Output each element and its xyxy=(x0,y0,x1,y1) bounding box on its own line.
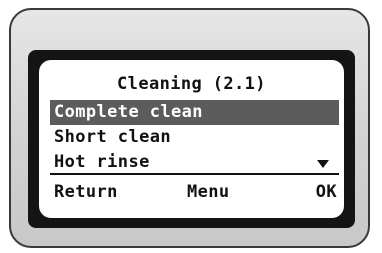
screen-title: Cleaning (2.1) xyxy=(117,74,266,94)
device-housing: Cleaning (2.1) Complete clean Short clea… xyxy=(9,8,370,248)
return-softkey[interactable]: Return xyxy=(54,180,118,204)
menu-list: Complete clean Short clean Hot rinse xyxy=(50,100,339,175)
menu-item-hot-rinse-label: Hot rinse xyxy=(54,152,150,172)
menu-item-complete-clean[interactable]: Complete clean xyxy=(50,100,339,125)
menu-item-hot-rinse[interactable]: Hot rinse xyxy=(50,150,339,175)
triangle-down-icon xyxy=(317,160,329,168)
display-bezel: Cleaning (2.1) Complete clean Short clea… xyxy=(28,50,355,228)
lcd-screen: Cleaning (2.1) Complete clean Short clea… xyxy=(39,60,344,218)
ok-softkey[interactable]: OK xyxy=(316,180,337,204)
menu-softkey[interactable]: Menu xyxy=(187,180,230,204)
menu-item-short-clean[interactable]: Short clean xyxy=(50,125,339,150)
softkey-bar: Return Menu OK xyxy=(50,180,339,204)
